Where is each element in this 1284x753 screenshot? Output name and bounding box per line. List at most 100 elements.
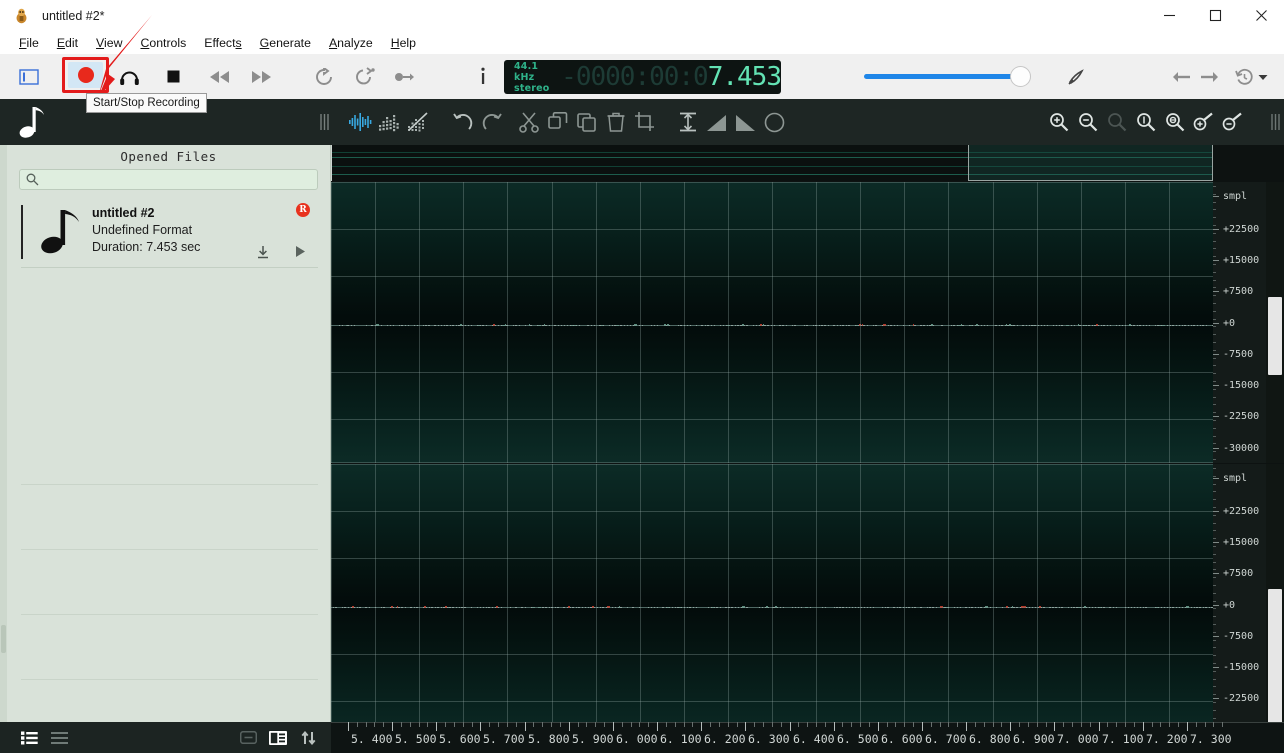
back-arrow-icon[interactable] — [1168, 62, 1195, 92]
close-button[interactable] — [1238, 0, 1284, 31]
info-icon[interactable] — [466, 60, 500, 94]
overview-playhead — [331, 145, 332, 181]
menu-file[interactable]: File — [10, 34, 48, 52]
search-input[interactable] — [39, 173, 317, 187]
time-display[interactable]: 44.1 kHz stereo -0000:00:07.453 — [504, 60, 781, 94]
amplitude-tick — [1213, 416, 1219, 417]
time-label: 6. 400 — [793, 732, 835, 746]
select-all-icon[interactable] — [12, 60, 46, 94]
play-icon[interactable] — [295, 245, 306, 263]
waveform-view-icon[interactable] — [345, 107, 374, 137]
time-tick-minor — [692, 722, 693, 727]
vertical-zoom-in-icon[interactable] — [1189, 107, 1218, 137]
effects-knob-icon[interactable] — [760, 107, 789, 137]
waveform-channel-left[interactable] — [331, 182, 1213, 463]
sidebar-resize-handle[interactable] — [1, 625, 6, 653]
amplitude-tick-minor — [1213, 397, 1216, 398]
chevron-down-icon[interactable] — [1254, 62, 1272, 92]
menu-effects[interactable]: Effects — [195, 34, 250, 52]
record-dot-icon[interactable] — [78, 67, 94, 83]
time-tick-minor — [1178, 722, 1179, 727]
overview-minimap[interactable] — [331, 145, 1213, 181]
drag-handle-icon[interactable] — [310, 107, 339, 137]
zoom-normal-icon[interactable] — [1160, 107, 1189, 137]
volume-knob[interactable] — [1010, 66, 1031, 87]
zoom-out-icon[interactable] — [1073, 107, 1102, 137]
fade-in-icon[interactable] — [702, 107, 731, 137]
menu-edit[interactable]: Edit — [48, 34, 87, 52]
loop-icon[interactable] — [308, 60, 342, 94]
overview-selection[interactable] — [968, 145, 1213, 181]
sort-icon[interactable] — [293, 726, 323, 750]
spectrogram-off-icon[interactable] — [403, 107, 432, 137]
cut-icon[interactable] — [514, 107, 543, 137]
time-tick-minor — [975, 722, 976, 727]
delete-icon[interactable] — [601, 107, 630, 137]
time-label: 6. 600 — [881, 732, 923, 746]
amplitude-label: +22500 — [1223, 225, 1259, 235]
zoom-in-icon[interactable] — [1044, 107, 1073, 137]
time-tick-minor — [427, 722, 428, 727]
amplitude-tick-minor — [1213, 686, 1216, 687]
time-tick-minor — [419, 722, 420, 727]
compact-view-icon[interactable] — [44, 726, 74, 750]
time-tick-minor — [772, 722, 773, 727]
vertical-scrollbar-left[interactable] — [1266, 182, 1284, 463]
normalize-icon[interactable] — [673, 107, 702, 137]
rewind-icon[interactable] — [202, 60, 236, 94]
amplitude-tick-minor — [1213, 334, 1216, 335]
menu-view[interactable]: View — [87, 34, 131, 52]
time-tick-minor — [710, 722, 711, 727]
grid-line-horizontal — [331, 325, 1213, 326]
maximize-button[interactable] — [1192, 0, 1238, 31]
lcd-time-value: 7.453 — [708, 62, 781, 92]
pointer-tool-icon[interactable] — [1060, 62, 1090, 92]
panel-handle-icon[interactable] — [1261, 107, 1284, 137]
vertical-scrollbar-right[interactable] — [1266, 464, 1284, 745]
list-view-icon[interactable] — [14, 726, 44, 750]
loop-selection-icon[interactable] — [348, 60, 382, 94]
forward-arrow-icon[interactable] — [1196, 62, 1223, 92]
time-tick — [834, 722, 835, 731]
menu-analyze[interactable]: Analyze — [320, 34, 382, 52]
menu-help[interactable]: Help — [382, 34, 425, 52]
time-ruler[interactable]: 5. 400 5. 500 5. 600 5. 700 5. 800 5. 900 6. 0… — [331, 722, 1284, 753]
minimize-button[interactable] — [1146, 0, 1192, 31]
amplitude-tick-minor — [1213, 499, 1216, 500]
undo-icon[interactable] — [448, 107, 477, 137]
sidebar-resize-edge[interactable] — [0, 145, 7, 722]
menu-controls[interactable]: Controls — [131, 34, 195, 52]
spectrogram-view-icon[interactable] — [374, 107, 403, 137]
image-panel-icon[interactable] — [263, 726, 293, 750]
grid-line-vertical — [772, 182, 773, 463]
collapse-panel-icon[interactable] — [233, 726, 263, 750]
time-tick-minor — [816, 722, 817, 727]
search-box[interactable] — [19, 169, 318, 190]
fade-out-icon[interactable] — [731, 107, 760, 137]
crop-icon[interactable] — [630, 107, 659, 137]
redo-icon[interactable] — [477, 107, 506, 137]
scrollbar-thumb[interactable] — [1268, 297, 1282, 375]
stop-icon[interactable] — [156, 60, 190, 94]
volume-slider[interactable] — [864, 66, 1034, 88]
grid-line-vertical — [640, 182, 641, 463]
history-clock-icon[interactable] — [1232, 62, 1256, 92]
zoom-selection-icon[interactable] — [1131, 107, 1160, 137]
waveform-editor[interactable]: smpl +22500 +15000 +7500 +0 -7500 -15000 -22500… — [331, 145, 1284, 722]
paste-icon[interactable] — [572, 107, 601, 137]
vertical-zoom-out-icon[interactable] — [1218, 107, 1247, 137]
search-icon — [26, 173, 39, 186]
menu-generate[interactable]: Generate — [251, 34, 320, 52]
time-tick-minor — [401, 722, 402, 727]
amplitude-tick-minor — [1213, 373, 1216, 374]
move-to-end-icon[interactable] — [388, 60, 422, 94]
monitor-icon[interactable] — [112, 60, 146, 94]
copy-icon[interactable] — [543, 107, 572, 137]
list-item[interactable]: untitled #2 Undefined Format Duration: 7… — [21, 203, 318, 268]
zoom-fit-icon[interactable] — [1102, 107, 1131, 137]
amplitude-tick — [1213, 698, 1219, 699]
amplitude-label: +7500 — [1223, 287, 1253, 297]
waveform-channel-right[interactable] — [331, 464, 1213, 745]
fast-forward-icon[interactable] — [244, 60, 278, 94]
download-icon[interactable] — [256, 245, 270, 264]
